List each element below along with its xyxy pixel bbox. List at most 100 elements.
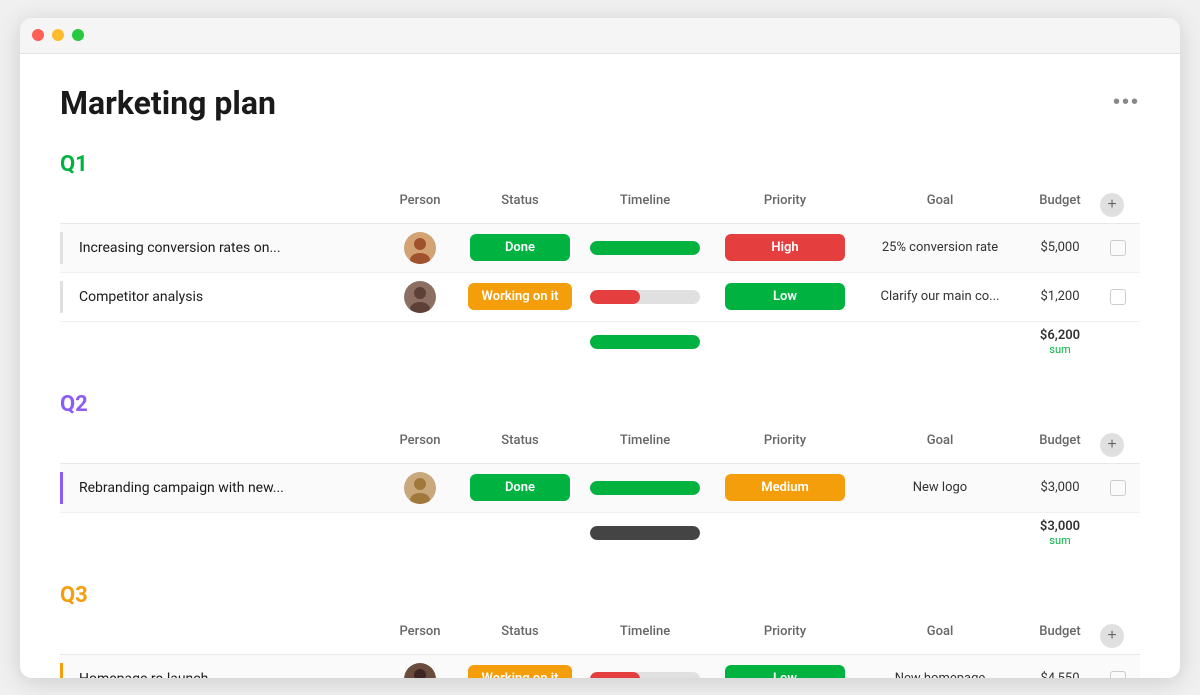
row-budget-q2-1: $3,000 — [1020, 480, 1100, 495]
status-badge-q1-2: Working on it — [468, 283, 573, 310]
row-status-q1-1: Done — [460, 234, 580, 261]
checkbox-q1-1[interactable] — [1110, 240, 1126, 256]
row-goal-q3-1: New homepage — [860, 671, 1020, 678]
col-goal-q1: Goal — [860, 193, 1020, 217]
col-timeline-q3: Timeline — [580, 624, 710, 648]
row-name-q1-1: Increasing conversion rates on... — [60, 232, 380, 264]
title-bar — [20, 18, 1180, 54]
section-q2: Q2 Person Status Timeline Priority Goal … — [60, 392, 1140, 553]
col-budget-q2: Budget — [1020, 433, 1100, 457]
row-priority-q3-1: Low — [710, 665, 860, 678]
priority-badge-q2-1: Medium — [725, 474, 845, 501]
row-status-q2-1: Done — [460, 474, 580, 501]
col-timeline-q2: Timeline — [580, 433, 710, 457]
row-timeline-q3-1 — [580, 672, 710, 678]
row-priority-q2-1: Medium — [710, 474, 860, 501]
q3-table-header: Person Status Timeline Priority Goal Bud… — [60, 618, 1140, 655]
checkbox-q1-2[interactable] — [1110, 289, 1126, 305]
col-person-q3: Person — [380, 624, 460, 648]
goal-text-q3-1: New homepage — [895, 671, 986, 678]
col-priority-q2: Priority — [710, 433, 860, 457]
avatar-q3-1 — [404, 663, 436, 678]
q2-table-header: Person Status Timeline Priority Goal Bud… — [60, 427, 1140, 464]
main-content: Marketing plan ••• Q1 Person Status Time… — [20, 54, 1180, 678]
q1-table: Person Status Timeline Priority Goal Bud… — [60, 187, 1140, 362]
row-person-q1-1 — [380, 232, 460, 264]
row-timeline-q1-1 — [580, 241, 710, 255]
table-row: Increasing conversion rates on... Done — [60, 224, 1140, 273]
avatar-q2-1 — [404, 472, 436, 504]
col-add-q1: + — [1100, 193, 1136, 217]
page-title: Marketing plan — [60, 84, 276, 122]
status-badge-q2-1: Done — [470, 474, 570, 501]
col-add-q2: + — [1100, 433, 1136, 457]
table-row: Homepage re-launch Working on it — [60, 655, 1140, 678]
sum-timeline-track-q2 — [590, 526, 700, 540]
timeline-track-q1-2 — [590, 290, 700, 304]
col-budget-q3: Budget — [1020, 624, 1100, 648]
col-priority-q3: Priority — [710, 624, 860, 648]
row-priority-q1-2: Low — [710, 283, 860, 310]
goal-text-q2-1: New logo — [913, 480, 967, 495]
sum-value-q1: $6,200 sum — [1020, 328, 1100, 356]
row-checkbox-q2-1 — [1100, 480, 1136, 496]
timeline-track-q2-1 — [590, 481, 700, 495]
app-window: Marketing plan ••• Q1 Person Status Time… — [20, 18, 1180, 678]
row-checkbox-q1-2 — [1100, 289, 1136, 305]
sum-timeline-fill-q2 — [590, 526, 700, 540]
checkbox-q3-1[interactable] — [1110, 671, 1126, 678]
row-budget-q3-1: $4,550 — [1020, 671, 1100, 678]
section-q3-title: Q3 — [60, 583, 1140, 608]
row-goal-q1-1: 25% conversion rate — [860, 240, 1020, 255]
timeline-fill-q1-1 — [590, 241, 700, 255]
col-name-q1 — [60, 193, 380, 217]
row-budget-q1-2: $1,200 — [1020, 289, 1100, 304]
sum-label-q2: sum — [1020, 534, 1100, 547]
checkbox-q2-1[interactable] — [1110, 480, 1126, 496]
budget-value-q1-1: $5,000 — [1040, 240, 1079, 255]
goal-text-q1-2: Clarify our main co... — [881, 289, 1000, 304]
timeline-track-q3-1 — [590, 672, 700, 678]
section-q2-title: Q2 — [60, 392, 1140, 417]
row-person-q1-2 — [380, 281, 460, 313]
row-name-q1-2: Competitor analysis — [60, 281, 380, 313]
row-person-q3-1 — [380, 663, 460, 678]
status-badge-q3-1: Working on it — [468, 665, 573, 678]
col-person-q2: Person — [380, 433, 460, 457]
row-status-q3-1: Working on it — [460, 665, 580, 678]
table-row: Rebranding campaign with new... Done — [60, 464, 1140, 513]
sum-row-q1: $6,200 sum — [60, 322, 1140, 362]
sum-amount-q1: $6,200 — [1020, 328, 1100, 343]
col-status-q1: Status — [460, 193, 580, 217]
row-status-q1-2: Working on it — [460, 283, 580, 310]
page-header: Marketing plan ••• — [60, 84, 1140, 122]
sum-timeline-q1 — [580, 335, 710, 349]
priority-badge-q1-1: High — [725, 234, 845, 261]
sum-row-q2: $3,000 sum — [60, 513, 1140, 553]
timeline-fill-q2-1 — [590, 481, 700, 495]
add-row-q3-button[interactable]: + — [1100, 624, 1124, 648]
col-priority-q1: Priority — [710, 193, 860, 217]
more-options-button[interactable]: ••• — [1113, 91, 1140, 114]
minimize-button[interactable] — [52, 29, 64, 41]
row-goal-q2-1: New logo — [860, 480, 1020, 495]
section-q1: Q1 Person Status Timeline Priority Goal … — [60, 152, 1140, 362]
close-button[interactable] — [32, 29, 44, 41]
sum-value-q2: $3,000 sum — [1020, 519, 1100, 547]
q1-table-header: Person Status Timeline Priority Goal Bud… — [60, 187, 1140, 224]
goal-text-q1-1: 25% conversion rate — [882, 240, 998, 255]
col-name-q2 — [60, 433, 380, 457]
maximize-button[interactable] — [72, 29, 84, 41]
col-add-q3: + — [1100, 624, 1136, 648]
col-goal-q3: Goal — [860, 624, 1020, 648]
row-budget-q1-1: $5,000 — [1020, 240, 1100, 255]
add-row-q1-button[interactable]: + — [1100, 193, 1124, 217]
priority-badge-q1-2: Low — [725, 283, 845, 310]
add-row-q2-button[interactable]: + — [1100, 433, 1124, 457]
col-name-q3 — [60, 624, 380, 648]
col-budget-q1: Budget — [1020, 193, 1100, 217]
sum-timeline-track-q1 — [590, 335, 700, 349]
sum-label-q1: sum — [1020, 343, 1100, 356]
row-goal-q1-2: Clarify our main co... — [860, 289, 1020, 304]
sum-timeline-q2 — [580, 526, 710, 540]
